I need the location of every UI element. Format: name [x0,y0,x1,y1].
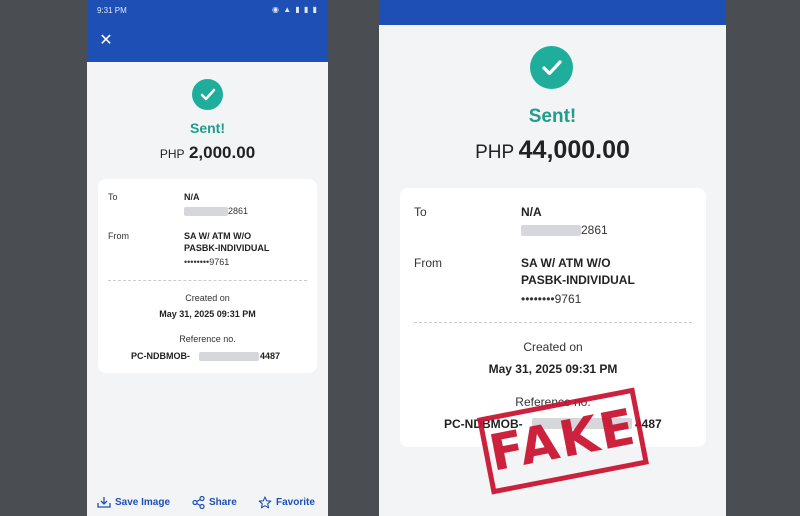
from-account-type: SA W/ ATM W/O [521,256,611,270]
from-account-type: SA W/ ATM W/O [184,231,252,241]
to-label: To [108,192,118,202]
favorite-label: Favorite [276,497,315,508]
sent-title: Sent! [528,106,577,127]
from-account-number: ••••••••9761 [184,257,230,267]
app-header [379,0,726,25]
to-account-tail: 2861 [228,206,249,216]
save-image-label: Save Image [115,496,171,508]
created-value: May 31, 2025 09:31 PM [159,309,256,319]
status-icons: ◉ ▲ ▮ ▮ ▮ [272,5,318,14]
save-image-button[interactable]: Save Image [97,496,170,508]
status-bar: 9:31 PM ◉ ▲ ▮ ▮ ▮ [87,0,328,20]
reference-prefix: PC-NDBMOB- [131,351,190,361]
redacted-reference [199,352,259,361]
reference-suffix: 4487 [260,351,281,361]
created-label: Created on [523,340,583,354]
sent-title: Sent! [190,120,225,136]
amount: PHP 2,000.00 [87,143,328,163]
app-header: ✕ [87,20,328,62]
success-check-icon [192,79,223,110]
transaction-details-card: To N/A 2861 From SA W/ ATM W/O PASBK-IND… [98,179,317,373]
success-check-icon [530,46,573,89]
created-label: Created on [185,293,230,303]
share-button[interactable]: Share [192,496,237,509]
action-bar: Save Image Share Favorite [87,490,328,516]
from-account-number: ••••••••9761 [521,292,582,306]
divider [414,322,692,323]
redacted-account [184,207,228,216]
divider [108,280,307,281]
to-account-tail: 2861 [581,223,608,237]
to-name: N/A [184,192,200,202]
created-value: May 31, 2025 09:31 PM [488,362,618,376]
status-time: 9:31 PM [97,6,127,15]
download-icon [97,497,111,508]
share-icon [192,496,205,509]
left-phone-screen: 9:31 PM ◉ ▲ ▮ ▮ ▮ ✕ Sent! PHP 2,000.00 T… [87,0,328,516]
amount-value: 2,000.00 [188,143,256,162]
from-label: From [414,256,442,270]
share-label: Share [209,497,237,508]
amount: PHP 44,000.00 [379,136,726,165]
favorite-button[interactable]: Favorite [258,496,315,509]
reference-label: Reference no. [179,334,236,344]
to-name: N/A [521,205,542,219]
from-account-type-2: PASBK-INDIVIDUAL [521,273,635,287]
amount-value: 44,000.00 [518,136,630,164]
from-account-type-2: PASBK-INDIVIDUAL [184,243,270,253]
redacted-account [521,225,581,236]
to-label: To [414,205,427,219]
star-icon [258,496,272,509]
amount-currency: PHP [475,142,515,163]
amount-currency: PHP [159,147,185,161]
close-icon[interactable]: ✕ [97,32,115,50]
from-label: From [108,231,129,241]
